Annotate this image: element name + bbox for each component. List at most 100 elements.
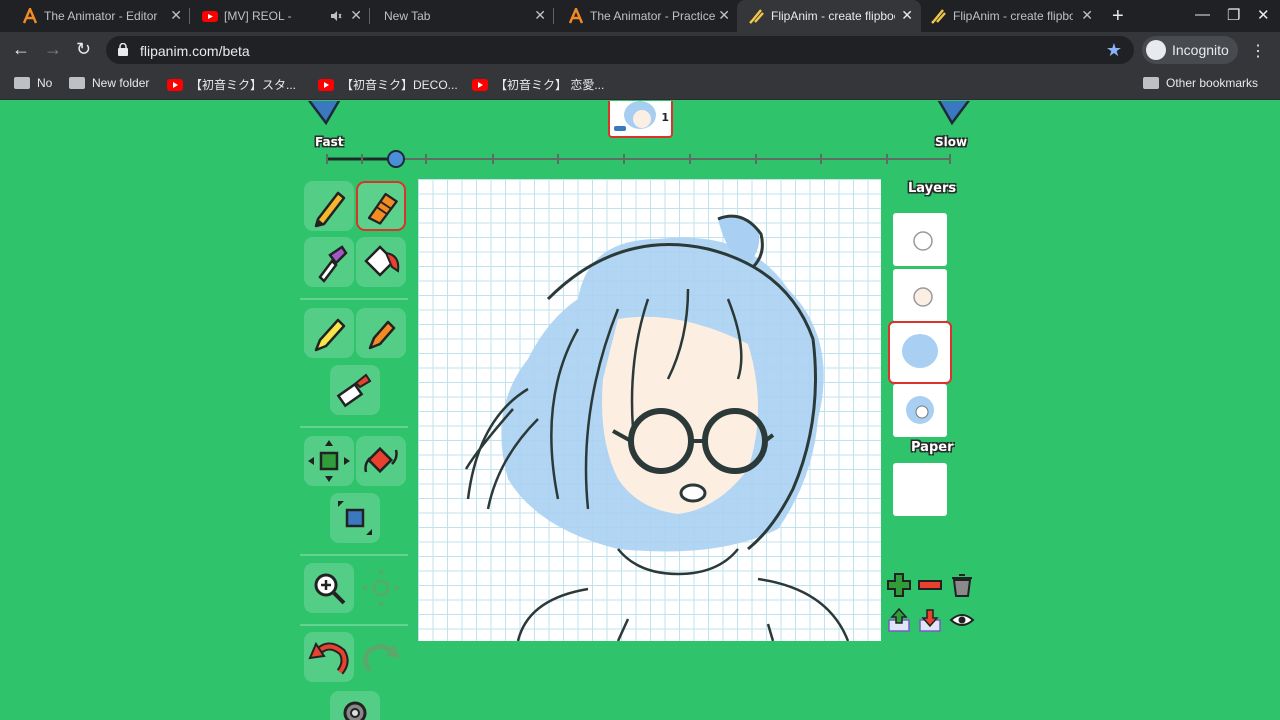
minimize-button[interactable]: — — [1195, 6, 1210, 23]
speed-fast-label: Fast — [315, 135, 344, 149]
incognito-label: Incognito — [1172, 42, 1229, 58]
flipanim-icon — [749, 9, 764, 24]
eraser-tool-button[interactable] — [330, 365, 380, 415]
layer-preview — [906, 396, 934, 424]
browser-menu-icon[interactable]: ⋮ — [1250, 41, 1266, 61]
drawing-canvas[interactable] — [418, 179, 881, 641]
pan-tool-button[interactable] — [356, 563, 406, 613]
tab-title: New Tab — [384, 9, 431, 23]
zoom-in-icon — [314, 573, 346, 605]
trash-icon[interactable] — [948, 571, 976, 599]
highlighter-tool-button[interactable] — [304, 308, 354, 358]
remove-layer-icon[interactable] — [916, 571, 944, 599]
settings-button[interactable] — [330, 691, 380, 720]
close-icon[interactable]: ✕ — [1081, 7, 1093, 24]
previous-frame-arrow-icon[interactable] — [304, 101, 344, 125]
lock-icon — [118, 43, 128, 56]
bookmark-folder[interactable]: No — [14, 76, 52, 90]
next-frame-arrow-icon[interactable] — [934, 101, 974, 125]
bookmark-link[interactable]: 【初音ミク】スタ... — [167, 76, 296, 93]
incognito-icon — [1146, 40, 1166, 60]
flipanim-app: 1 Fast Slow Layers Paper — [0, 101, 1280, 720]
paper-title: Paper — [911, 440, 954, 455]
close-icon[interactable]: ✕ — [534, 7, 546, 24]
palette-divider — [300, 298, 408, 300]
close-icon[interactable]: ✕ — [718, 7, 730, 24]
folder-icon — [1143, 77, 1159, 89]
tab-title: The Animator - Practice — [590, 9, 716, 23]
tab-new-tab[interactable]: New Tab ✕ — [362, 0, 554, 32]
layer-thumbnail-4[interactable] — [893, 384, 947, 437]
other-bookmarks[interactable]: Other bookmarks — [1143, 76, 1258, 90]
eyedropper-tool-button[interactable] — [304, 237, 354, 287]
bookmark-label: New folder — [92, 76, 150, 90]
tab-animator-practice[interactable]: The Animator - Practice ✕ — [546, 0, 738, 32]
new-tab-button[interactable]: + — [1112, 5, 1124, 28]
layer-thumbnail-2[interactable] — [893, 269, 947, 322]
bookmark-label: 【初音ミク】スタ... — [190, 78, 297, 92]
zoom-tool-button[interactable] — [304, 563, 354, 613]
back-button[interactable]: ← — [12, 39, 30, 60]
move-tool-button[interactable] — [304, 436, 354, 486]
add-layer-icon[interactable] — [885, 571, 913, 599]
marker-tool-button[interactable] — [356, 308, 406, 358]
bookmark-link[interactable]: 【初音ミク】DECO... — [318, 76, 458, 93]
rotate-icon — [364, 446, 398, 474]
tab-flipanim-active[interactable]: FlipAnim - create flipbook ✕ — [737, 0, 921, 32]
layer-preview — [913, 231, 933, 251]
gear-icon — [343, 701, 367, 720]
address-bar[interactable]: flipanim.com/beta ★ — [106, 36, 1134, 64]
fill-bucket-icon — [364, 245, 400, 277]
animator-icon — [568, 8, 584, 24]
restore-button[interactable]: ❐ — [1227, 6, 1240, 24]
bookmark-link[interactable]: 【初音ミク】 恋愛... — [472, 76, 604, 93]
current-frame-thumbnail[interactable]: 1 — [608, 101, 673, 138]
bookmark-folder[interactable]: New folder — [69, 76, 149, 90]
tab-title: FlipAnim - create flipbook — [953, 9, 1073, 23]
bookmark-label: 【初音ミク】DECO... — [341, 78, 458, 92]
layer-thumbnail-3-selected[interactable] — [888, 321, 952, 384]
pencil-tool-button[interactable] — [304, 181, 354, 231]
fill-tool-button[interactable] — [356, 237, 406, 287]
bookmark-star-icon[interactable]: ★ — [1106, 40, 1122, 61]
close-icon[interactable]: ✕ — [901, 7, 913, 24]
undo-button[interactable] — [304, 632, 354, 682]
url-text: flipanim.com/beta — [140, 43, 250, 59]
youtube-icon — [472, 79, 488, 91]
brush-tool-button[interactable] — [356, 181, 406, 231]
reload-button[interactable]: ↻ — [76, 39, 91, 60]
tab-title: FlipAnim - create flipbook — [771, 9, 895, 23]
speed-slider-handle[interactable] — [387, 150, 405, 168]
forward-button[interactable]: → — [44, 39, 62, 60]
highlighter-icon — [314, 318, 346, 352]
tab-reol-video[interactable]: [MV] REOL - No title ✕ — [180, 0, 370, 32]
close-icon[interactable]: ✕ — [350, 7, 362, 24]
move-layer-down-icon[interactable] — [916, 606, 944, 634]
tab-animator-editor[interactable]: The Animator - Editor ✕ — [0, 0, 190, 32]
palette-divider — [300, 426, 408, 428]
paper-thumbnail[interactable] — [893, 463, 947, 516]
scale-tool-button[interactable] — [330, 493, 380, 543]
close-window-button[interactable]: ✕ — [1257, 6, 1270, 24]
tab-title: The Animator - Editor — [44, 9, 158, 23]
youtube-icon — [318, 79, 334, 91]
speed-slider[interactable] — [322, 149, 956, 169]
layer-thumbnail-1[interactable] — [893, 213, 947, 266]
rotate-tool-button[interactable] — [356, 436, 406, 486]
layer-preview — [902, 334, 938, 368]
tab-flipanim[interactable]: FlipAnim - create flipbook ✕ — [921, 0, 1101, 32]
bookmark-label: No — [37, 76, 53, 90]
layers-title: Layers — [908, 181, 957, 196]
incognito-badge[interactable]: Incognito — [1142, 36, 1238, 64]
move-layer-up-icon[interactable] — [885, 606, 913, 634]
redo-button[interactable] — [356, 632, 406, 682]
pencil-icon — [314, 191, 346, 228]
eye-visibility-icon[interactable] — [948, 606, 976, 634]
scale-icon — [338, 501, 372, 535]
palette-divider — [300, 624, 408, 626]
tab-title: [MV] REOL - No title — [224, 9, 292, 23]
muted-speaker-icon[interactable] — [330, 10, 342, 22]
youtube-icon — [202, 11, 218, 22]
brush-icon — [367, 192, 398, 225]
animator-icon — [22, 8, 38, 24]
